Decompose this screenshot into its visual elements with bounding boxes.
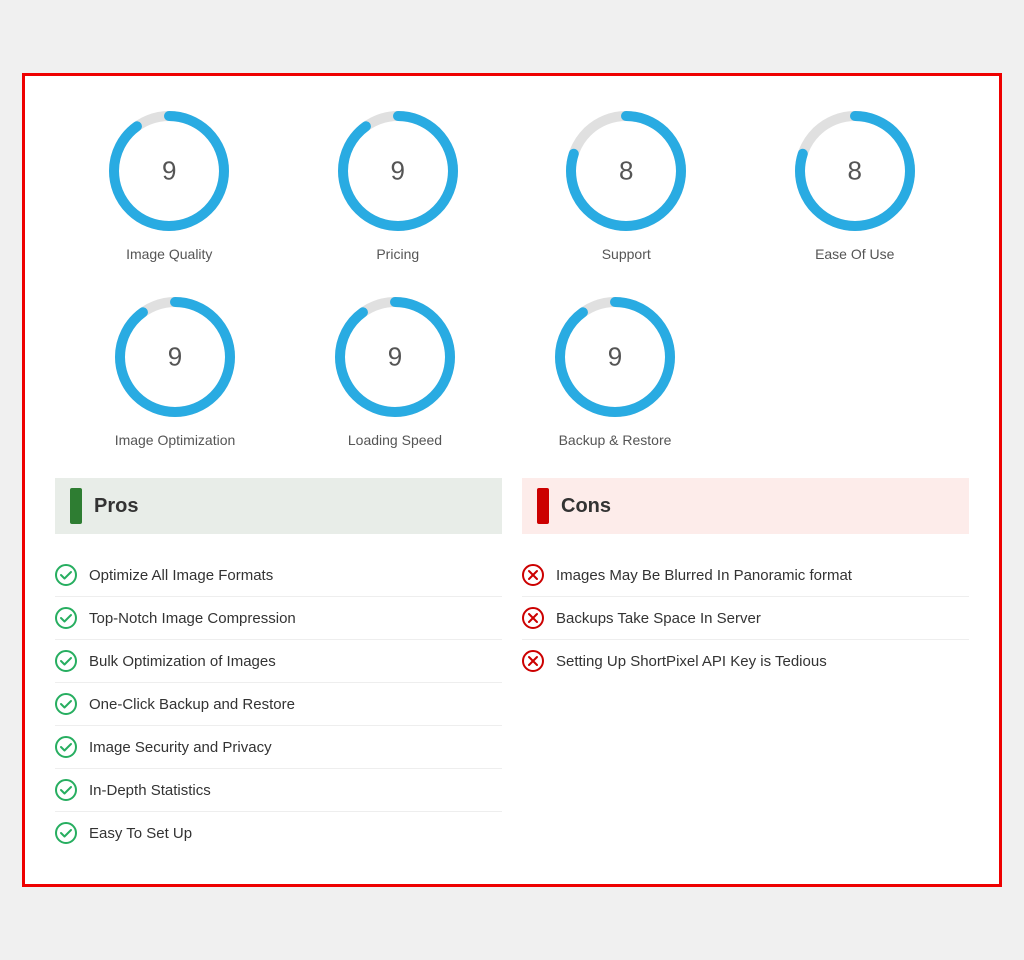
gauges-row-2: 9 Image Optimization 9 Loading Speed 9 B…	[55, 292, 969, 448]
check-icon	[55, 779, 77, 801]
gauge-number: 9	[391, 156, 405, 187]
gauge-item: 8 Ease Of Use	[765, 106, 945, 262]
pros-item-text: Easy To Set Up	[89, 825, 192, 842]
gauge-number: 8	[619, 156, 633, 187]
pros-list-item: Easy To Set Up	[55, 812, 502, 854]
gauge-number: 9	[162, 156, 176, 187]
pros-list-item: One-Click Backup and Restore	[55, 683, 502, 726]
gauge-number: 9	[168, 342, 182, 373]
pros-list-item: Bulk Optimization of Images	[55, 640, 502, 683]
x-circle-icon	[522, 607, 544, 629]
review-card: 9 Image Quality 9 Pricing 8 Support 8 Ea…	[22, 73, 1002, 887]
gauge-wrap: 9	[110, 292, 240, 422]
pros-item-text: In-Depth Statistics	[89, 782, 211, 799]
cons-list-item: Setting Up ShortPixel API Key is Tedious	[522, 640, 969, 682]
pros-item-text: Top-Notch Image Compression	[89, 610, 296, 627]
gauge-label: Image Quality	[126, 246, 212, 262]
gauge-number: 8	[848, 156, 862, 187]
pros-list-item: Image Security and Privacy	[55, 726, 502, 769]
x-circle-icon	[522, 564, 544, 586]
gauge-label: Loading Speed	[348, 432, 442, 448]
gauge-label: Image Optimization	[115, 432, 236, 448]
pros-title: Pros	[94, 495, 138, 518]
gauge-item: 9 Loading Speed	[305, 292, 485, 448]
cons-list: Images May Be Blurred In Panoramic forma…	[522, 554, 969, 854]
cons-item-text: Setting Up ShortPixel API Key is Tedious	[556, 653, 827, 670]
check-icon	[55, 736, 77, 758]
cons-item-text: Backups Take Space In Server	[556, 610, 761, 627]
cons-list-item: Backups Take Space In Server	[522, 597, 969, 640]
cons-title: Cons	[561, 495, 611, 518]
lists-section: Optimize All Image Formats Top-Notch Ima…	[55, 554, 969, 854]
gauge-item: 9 Pricing	[308, 106, 488, 262]
cons-item-text: Images May Be Blurred In Panoramic forma…	[556, 567, 852, 584]
cons-header: Cons	[522, 478, 969, 534]
gauge-wrap: 9	[550, 292, 680, 422]
check-icon	[55, 650, 77, 672]
pros-item-text: Image Security and Privacy	[89, 739, 272, 756]
pros-list-item: Optimize All Image Formats	[55, 554, 502, 597]
gauge-wrap: 8	[561, 106, 691, 236]
gauge-wrap: 9	[104, 106, 234, 236]
gauge-item: 8 Support	[536, 106, 716, 262]
x-circle-icon	[522, 650, 544, 672]
pros-cons-headers: Pros Cons	[55, 478, 969, 534]
gauge-wrap: 8	[790, 106, 920, 236]
gauge-label: Support	[602, 246, 651, 262]
pros-list-item: In-Depth Statistics	[55, 769, 502, 812]
cons-list-item: Images May Be Blurred In Panoramic forma…	[522, 554, 969, 597]
gauge-item: 9 Image Optimization	[85, 292, 265, 448]
pros-list-item: Top-Notch Image Compression	[55, 597, 502, 640]
pros-item-text: Optimize All Image Formats	[89, 567, 273, 584]
gauge-label: Ease Of Use	[815, 246, 894, 262]
pros-stripe	[70, 488, 82, 524]
check-icon	[55, 607, 77, 629]
check-icon	[55, 693, 77, 715]
pros-list: Optimize All Image Formats Top-Notch Ima…	[55, 554, 502, 854]
gauge-wrap: 9	[333, 106, 463, 236]
gauge-label: Backup & Restore	[559, 432, 672, 448]
gauges-row-1: 9 Image Quality 9 Pricing 8 Support 8 Ea…	[55, 106, 969, 262]
gauge-number: 9	[608, 342, 622, 373]
gauge-item: 9 Image Quality	[79, 106, 259, 262]
pros-item-text: One-Click Backup and Restore	[89, 696, 295, 713]
pros-item-text: Bulk Optimization of Images	[89, 653, 276, 670]
cons-stripe	[537, 488, 549, 524]
gauge-item: 9 Backup & Restore	[525, 292, 705, 448]
check-icon	[55, 822, 77, 844]
gauge-number: 9	[388, 342, 402, 373]
pros-header: Pros	[55, 478, 502, 534]
gauge-label: Pricing	[376, 246, 419, 262]
check-icon	[55, 564, 77, 586]
gauge-wrap: 9	[330, 292, 460, 422]
